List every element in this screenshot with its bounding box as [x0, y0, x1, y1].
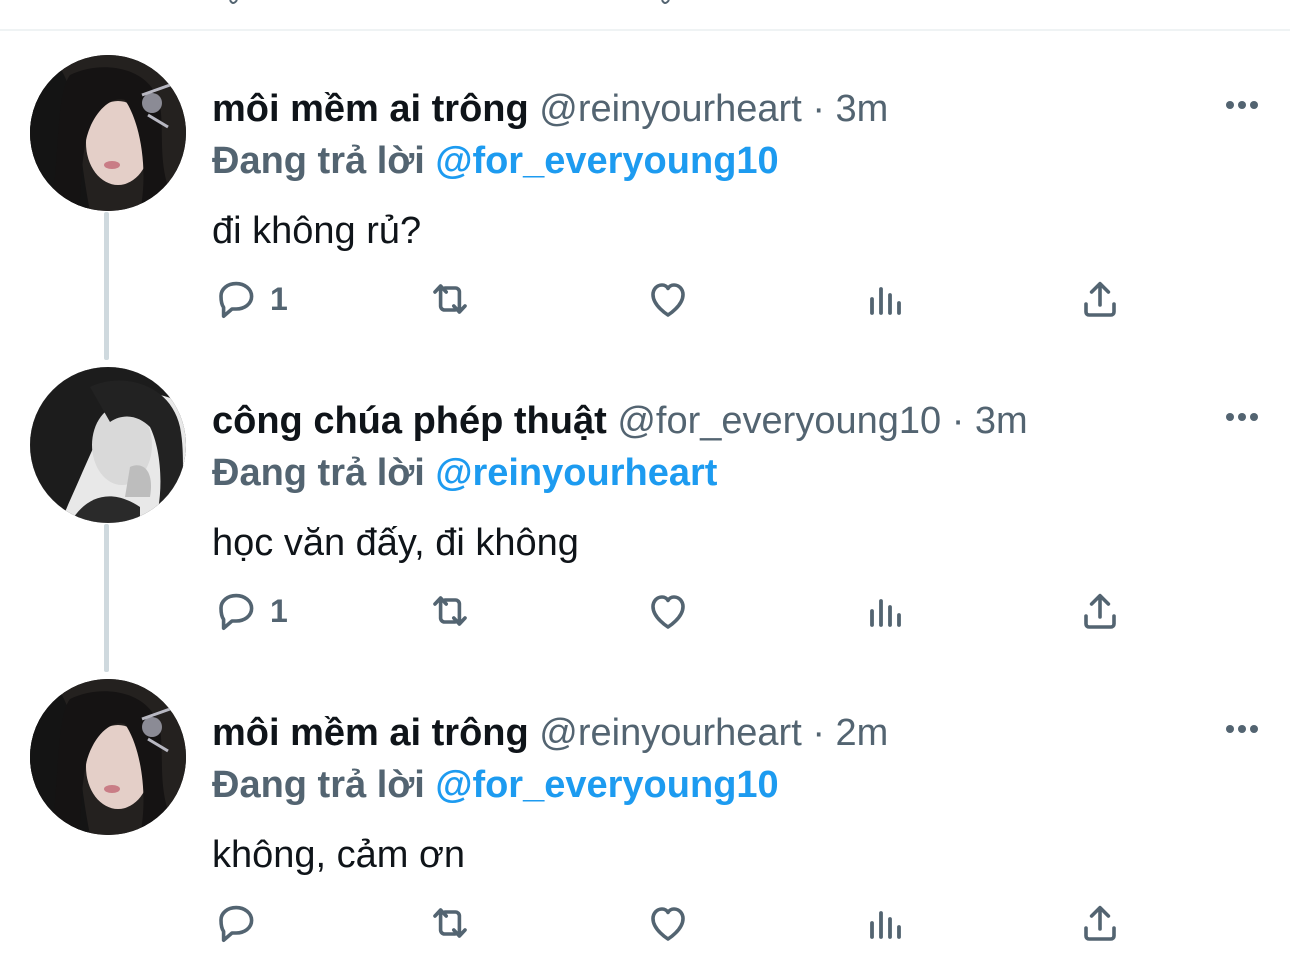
retweet-icon	[433, 908, 467, 938]
share-icon	[1084, 281, 1116, 317]
reply-icon	[219, 905, 254, 942]
more-icon[interactable]	[1222, 714, 1262, 744]
replying-to: Đang trả lời @for_everyoung10	[212, 136, 779, 186]
reply-count: 1	[270, 280, 288, 317]
tweet-text: đi không rủ?	[212, 210, 422, 252]
reply-count: 1	[270, 592, 288, 629]
tweet-actions	[212, 898, 1132, 948]
share-button[interactable]	[1076, 586, 1124, 636]
replying-to: Đang trả lời @for_everyoung10	[212, 760, 779, 810]
retweet-button[interactable]	[426, 274, 474, 324]
tweet-text: không, cảm ơn	[212, 834, 466, 876]
more-icon[interactable]	[1222, 402, 1262, 432]
like-button[interactable]	[644, 898, 692, 948]
replying-to-handle[interactable]: @for_everyoung10	[435, 764, 778, 806]
tweet-text: học văn đấy, đi không	[212, 522, 579, 564]
display-name[interactable]: môi mềm ai trông	[212, 88, 529, 130]
replying-to: Đang trả lời @reinyourheart	[212, 448, 717, 498]
reply-button[interactable]: 1	[212, 586, 288, 636]
tweet-actions: 1	[212, 274, 1132, 324]
separator-dot: ·	[812, 712, 825, 754]
retweet-button[interactable]	[426, 898, 474, 948]
more-icon[interactable]	[1222, 90, 1262, 120]
like-icon	[651, 907, 685, 941]
share-icon	[1084, 593, 1116, 629]
retweet-icon	[433, 596, 467, 626]
previous-tweet-action-fragment	[661, 0, 670, 4]
avatar[interactable]	[30, 367, 186, 523]
reply-button[interactable]	[212, 898, 270, 948]
like-button[interactable]	[644, 274, 692, 324]
tweet-actions: 1	[212, 586, 1132, 636]
replying-to-label: Đang trả lời	[212, 452, 425, 494]
separator-dot: ·	[951, 400, 965, 442]
tweet-header: công chúa phép thuật @for_everyoung10 · …	[212, 396, 1028, 446]
reply-icon	[219, 281, 254, 318]
timestamp[interactable]: 3m	[975, 400, 1028, 442]
views-icon	[870, 911, 901, 939]
avatar[interactable]	[30, 679, 186, 835]
like-button[interactable]	[644, 586, 692, 636]
retweet-icon	[433, 284, 467, 314]
views-button[interactable]	[862, 586, 910, 636]
views-icon	[870, 287, 901, 315]
like-icon	[651, 595, 685, 629]
timestamp[interactable]: 2m	[836, 712, 889, 754]
user-handle[interactable]: @for_everyoung10	[617, 400, 941, 442]
separator-dot: ·	[812, 88, 825, 130]
reply-icon	[219, 593, 254, 630]
previous-tweet-action-fragment	[229, 0, 238, 4]
replying-to-handle[interactable]: @reinyourheart	[435, 452, 717, 494]
share-button[interactable]	[1076, 274, 1124, 324]
user-handle[interactable]: @reinyourheart	[539, 88, 801, 130]
views-button[interactable]	[862, 898, 910, 948]
tweet[interactable]: môi mềm ai trông @reinyourheart · 3m Đan…	[0, 30, 1290, 342]
tweet-header: môi mềm ai trông @reinyourheart · 2m	[212, 708, 888, 758]
share-button[interactable]	[1076, 898, 1124, 948]
replying-to-label: Đang trả lời	[212, 764, 425, 806]
retweet-button[interactable]	[426, 586, 474, 636]
user-handle[interactable]: @reinyourheart	[539, 712, 801, 754]
like-icon	[651, 283, 685, 317]
share-icon	[1084, 905, 1116, 941]
tweet[interactable]: công chúa phép thuật @for_everyoung10 · …	[0, 342, 1290, 654]
replying-to-handle[interactable]: @for_everyoung10	[435, 140, 778, 182]
avatar[interactable]	[30, 55, 186, 211]
views-icon	[870, 599, 901, 627]
timestamp[interactable]: 3m	[836, 88, 889, 130]
views-button[interactable]	[862, 274, 910, 324]
display-name[interactable]: môi mềm ai trông	[212, 712, 529, 754]
tweet[interactable]: môi mềm ai trông @reinyourheart · 2m Đan…	[0, 654, 1290, 966]
display-name[interactable]: công chúa phép thuật	[212, 400, 607, 442]
reply-button[interactable]: 1	[212, 274, 288, 324]
replying-to-label: Đang trả lời	[212, 140, 425, 182]
tweet-header: môi mềm ai trông @reinyourheart · 3m	[212, 84, 888, 134]
